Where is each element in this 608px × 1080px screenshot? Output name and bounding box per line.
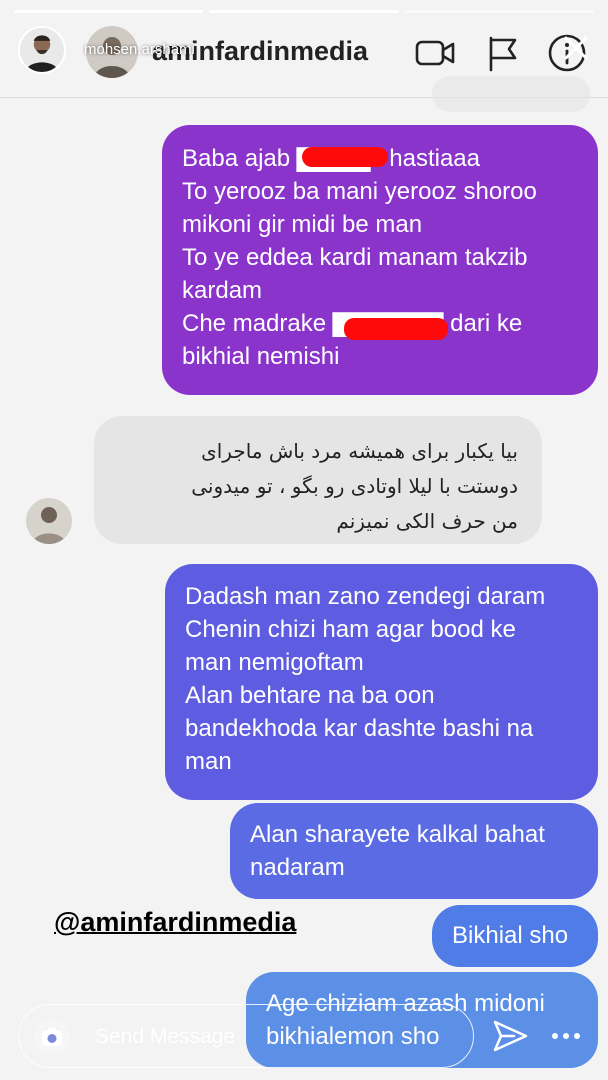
send-icon[interactable] — [490, 1016, 530, 1056]
outgoing-message[interactable]: Dadash man zano zendegi daram Chenin chi… — [165, 564, 598, 800]
message-line: To yerooz ba mani yerooz shoroo — [182, 178, 537, 205]
message-line: man — [185, 748, 232, 775]
outgoing-message[interactable]: Bikhial sho — [432, 905, 598, 967]
more-options-icon[interactable] — [550, 1028, 582, 1044]
message-line: Bikhial sho — [452, 922, 569, 949]
message-line: kardam — [182, 277, 263, 304]
message-line: دوستت با لیلا اوتادی رو بگو ، تو میدونی — [191, 474, 518, 498]
watermark-handle: @aminfardinmedia — [54, 907, 297, 937]
story-header: mohsen.arshami — [0, 22, 608, 82]
redaction-mark — [344, 318, 448, 340]
message-line: To ye eddea kardi manam takzib — [182, 244, 528, 271]
message-line: Alan behtare na ba oon — [185, 682, 435, 709]
close-icon[interactable] — [558, 30, 594, 66]
outgoing-message[interactable]: Alan sharayete kalkal bahat nadaram — [230, 803, 598, 899]
story-username[interactable]: mohsen.arshami — [84, 41, 195, 58]
message-line: من حرف الکی نمیزنم — [336, 509, 518, 533]
send-message-placeholder[interactable]: Send Message — [95, 1025, 235, 1049]
outgoing-message[interactable]: Baba ajab ▇▇▇▇ i hastiaaa To yerooz ba m… — [162, 125, 598, 395]
contact-avatar[interactable] — [26, 498, 72, 544]
camera-icon[interactable] — [33, 1018, 71, 1056]
message-line: mikoni gir midi be man — [182, 211, 423, 238]
story-progress-segment — [404, 10, 594, 13]
message-line: nadaram — [250, 854, 345, 881]
story-progress-segment — [14, 10, 204, 13]
message-line: bandekhoda kar dashte bashi na — [185, 715, 534, 742]
incoming-message[interactable]: بیا یکبار برای همیشه مرد باش ماجرای دوست… — [94, 416, 542, 544]
message-line: Alan sharayete kalkal bahat — [250, 821, 545, 848]
message-line: bikhial nemishi — [182, 343, 340, 370]
redaction-mark — [302, 147, 388, 167]
message-line: بیا یکبار برای همیشه مرد باش ماجرای — [201, 439, 518, 463]
message-line: Dadash man zano zendegi daram — [185, 583, 546, 610]
story-progress-segment — [209, 10, 399, 13]
story-progress-bar — [14, 10, 594, 13]
message-line: man nemigoftam — [185, 649, 364, 676]
message-line: Chenin chizi ham agar bood ke — [185, 616, 516, 643]
story-author-avatar[interactable] — [18, 26, 66, 74]
send-message-field[interactable]: Send Message — [18, 1004, 474, 1068]
